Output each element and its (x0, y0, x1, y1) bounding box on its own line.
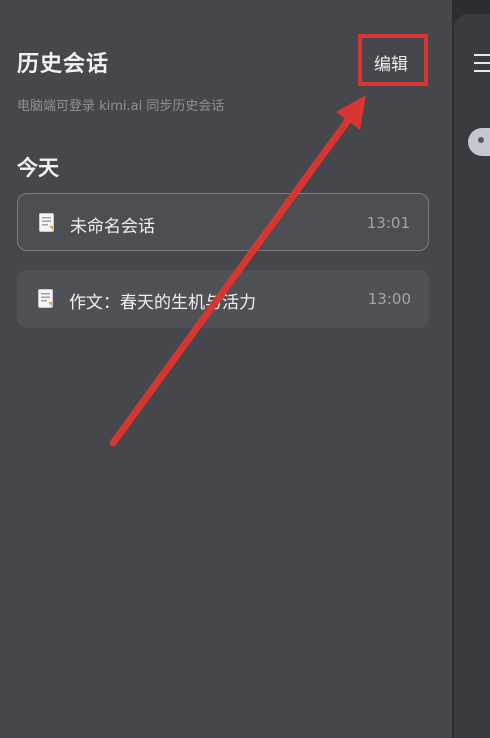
history-drawer: 历史会话 编辑 电脑端可登录 kimi.ai 同步历史会话 今天 未命名会话 1… (0, 0, 452, 738)
conversation-item[interactable]: 作文：春天的生机与活力 13:00 (17, 270, 429, 328)
menu-icon[interactable] (474, 54, 490, 72)
conversation-time: 13:01 (366, 214, 410, 232)
conversation-title: 作文：春天的生机与活力 (69, 293, 256, 313)
sync-hint: 电脑端可登录 kimi.ai 同步历史会话 (17, 99, 225, 114)
document-icon (38, 289, 53, 308)
app-window: 历史会话 编辑 电脑端可登录 kimi.ai 同步历史会话 今天 未命名会话 1… (0, 0, 490, 738)
page-title: 历史会话 (17, 52, 110, 77)
main-panel-peek[interactable] (452, 0, 490, 738)
conversation-item[interactable]: 未命名会话 13:01 (17, 193, 429, 251)
main-panel-surface (454, 14, 490, 738)
highlight-box (358, 34, 428, 86)
conversation-time: 13:00 (367, 290, 411, 308)
avatar-dot (478, 137, 484, 143)
conversation-title: 未命名会话 (70, 217, 155, 237)
document-icon (39, 213, 54, 232)
section-today-label: 今天 (17, 156, 59, 180)
